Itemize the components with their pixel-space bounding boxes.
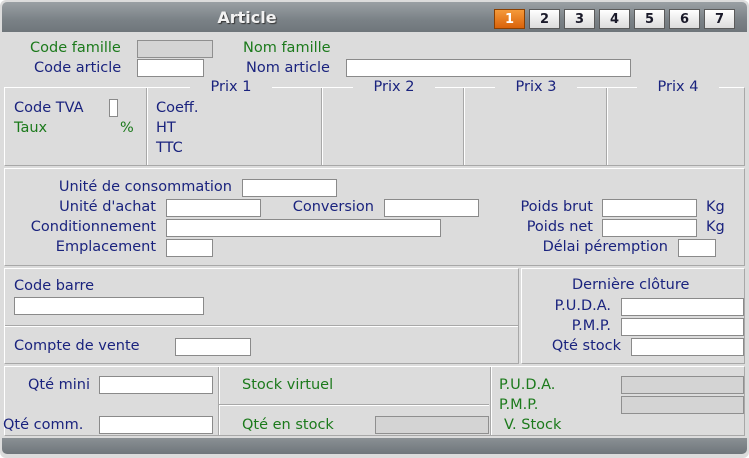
stock-puda-field[interactable] xyxy=(621,376,744,394)
poids-brut-unit: Kg xyxy=(706,199,725,215)
prix-divider xyxy=(321,88,323,165)
window-title: Article xyxy=(217,8,277,27)
ht-label: HT xyxy=(156,120,176,136)
cloture-qte-stock-field[interactable] xyxy=(631,338,744,356)
delai-peremption-field[interactable] xyxy=(678,239,716,257)
stock-divider xyxy=(219,404,489,406)
code-tva-field[interactable] xyxy=(109,99,118,117)
qte-en-stock-label: Qté en stock xyxy=(242,417,334,433)
unite-consommation-label: Unité de consommation xyxy=(58,179,232,195)
qte-comm-label: Qté comm. xyxy=(3,417,84,433)
stock-divider xyxy=(490,367,492,435)
qte-mini-field[interactable] xyxy=(99,376,213,394)
code-tva-label: Code TVA xyxy=(14,100,84,116)
tab-7[interactable]: 7 xyxy=(704,9,735,29)
title-bar: Article 1 2 3 4 5 6 7 xyxy=(2,2,747,32)
cloture-pmp-field[interactable] xyxy=(621,318,744,336)
code-article-label: Code article xyxy=(34,60,122,76)
conditionnement-field[interactable] xyxy=(166,219,441,237)
poids-net-field[interactable] xyxy=(602,219,697,237)
taux-label: Taux xyxy=(14,120,48,136)
taux-percent: % xyxy=(120,120,134,136)
code-barre-field[interactable] xyxy=(14,297,204,315)
poids-net-label: Poids net xyxy=(526,219,593,235)
prix-1-header: Prix 1 xyxy=(190,78,272,96)
code-article-field[interactable] xyxy=(137,59,204,77)
cloture-pmp-label: P.M.P. xyxy=(571,318,611,334)
tab-2[interactable]: 2 xyxy=(529,9,560,29)
stock-puda-label: P.U.D.A. xyxy=(499,377,556,393)
code-barre-label: Code barre xyxy=(14,278,95,294)
prix-2-header: Prix 2 xyxy=(353,78,435,96)
compte-vente-label: Compte de vente xyxy=(14,338,140,354)
cloture-puda-field[interactable] xyxy=(621,298,744,316)
stock-virtuel-label: Stock virtuel xyxy=(242,377,334,393)
cloture-puda-label: P.U.D.A. xyxy=(554,298,611,314)
article-window: Article 1 2 3 4 5 6 7 Code famille Nom f… xyxy=(0,0,749,458)
prix-4-header: Prix 4 xyxy=(637,78,719,96)
cloture-qte-stock-label: Qté stock xyxy=(551,338,621,354)
conditionnement-label: Conditionnement xyxy=(30,219,156,235)
conversion-label: Conversion xyxy=(292,199,374,215)
stock-divider xyxy=(218,367,220,435)
tab-5[interactable]: 5 xyxy=(634,9,665,29)
cloture-title: Dernière clôture xyxy=(572,277,690,293)
poids-brut-field[interactable] xyxy=(602,199,697,217)
prix-divider xyxy=(146,88,148,165)
qte-comm-field[interactable] xyxy=(99,416,213,434)
compte-vente-field[interactable] xyxy=(175,338,251,356)
poids-net-unit: Kg xyxy=(706,219,725,235)
nom-article-label: Nom article xyxy=(246,60,330,76)
unite-achat-label: Unité d'achat xyxy=(59,199,156,215)
tab-1[interactable]: 1 xyxy=(494,9,525,29)
codebarre-divider xyxy=(5,325,518,327)
code-famille-label: Code famille xyxy=(30,40,121,56)
delai-peremption-label: Délai péremption xyxy=(542,239,668,255)
bottom-bar xyxy=(2,438,747,454)
unite-achat-field[interactable] xyxy=(166,199,261,217)
nom-article-field[interactable] xyxy=(346,59,631,77)
prix-3-header: Prix 3 xyxy=(495,78,577,96)
v-stock-label: V. Stock xyxy=(504,417,562,433)
unite-consommation-field[interactable] xyxy=(242,179,337,197)
poids-brut-label: Poids brut xyxy=(520,199,593,215)
qte-en-stock-field[interactable] xyxy=(375,416,489,434)
tab-3[interactable]: 3 xyxy=(564,9,595,29)
emplacement-field[interactable] xyxy=(166,239,213,257)
stock-pmp-field[interactable] xyxy=(621,396,744,414)
prix-divider xyxy=(463,88,465,165)
prix-divider xyxy=(606,88,608,165)
stock-pmp-label: P.M.P. xyxy=(499,397,539,413)
nom-famille-label: Nom famille xyxy=(243,40,331,56)
qte-mini-label: Qté mini xyxy=(27,377,90,393)
emplacement-label: Emplacement xyxy=(55,239,156,255)
coeff-label: Coeff. xyxy=(156,100,199,116)
ttc-label: TTC xyxy=(156,140,183,156)
tab-6[interactable]: 6 xyxy=(669,9,700,29)
code-famille-field[interactable] xyxy=(137,40,213,58)
tab-4[interactable]: 4 xyxy=(599,9,630,29)
conversion-field[interactable] xyxy=(384,199,479,217)
